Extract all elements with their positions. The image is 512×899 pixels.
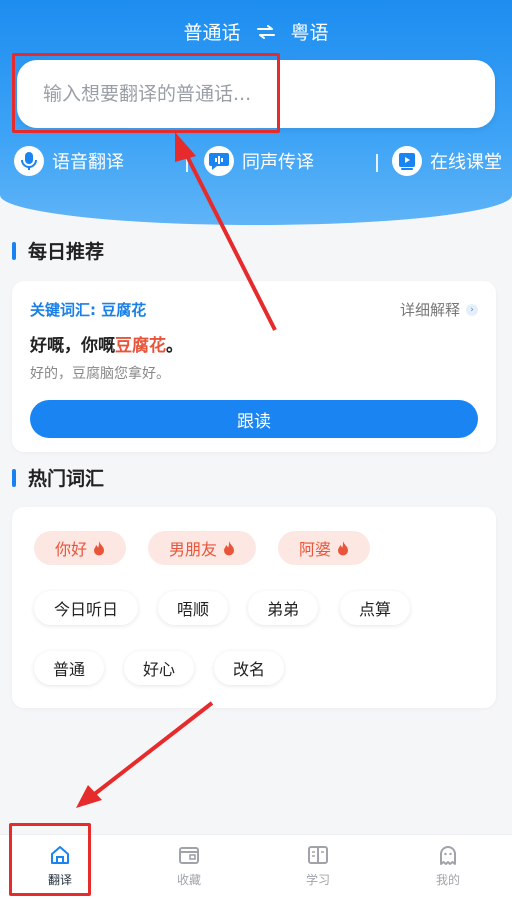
online-class-icon bbox=[392, 146, 422, 176]
feature-divider bbox=[376, 154, 378, 172]
sentence-meaning: 好的，豆腐脑您拿好。 bbox=[30, 366, 170, 382]
word-tag[interactable]: 普通 bbox=[34, 651, 104, 685]
nav-item-learn[interactable]: 学习 bbox=[268, 843, 368, 888]
section-bar bbox=[12, 241, 16, 260]
source-language[interactable]: 普通话 bbox=[167, 18, 256, 45]
word-tag[interactable]: 点算 bbox=[340, 591, 410, 625]
nav-item-mine[interactable]: 我的 bbox=[398, 843, 498, 888]
swap-icon[interactable] bbox=[256, 24, 275, 39]
word-tag[interactable]: 改名 bbox=[214, 651, 284, 685]
hot-tag[interactable]: 阿婆 bbox=[278, 531, 370, 565]
tag-label: 改名 bbox=[232, 660, 265, 679]
hot-tag[interactable]: 你好 bbox=[34, 531, 126, 565]
nav-item-favorites[interactable]: 收藏 bbox=[139, 843, 239, 888]
section-bar bbox=[12, 468, 16, 487]
feature-label: 语音翻译 bbox=[52, 152, 124, 173]
fire-icon bbox=[224, 540, 234, 555]
nav-label: 翻译 bbox=[47, 873, 72, 887]
tag-label: 唔顺 bbox=[176, 600, 209, 619]
hot-tag[interactable]: 男朋友 bbox=[148, 531, 256, 565]
sentence-suffix: 。 bbox=[166, 336, 183, 356]
annotation-arrowhead-down bbox=[76, 785, 102, 808]
voice-translate-icon bbox=[14, 146, 44, 176]
feature-row: 语音翻译 同声传译 在线课堂 bbox=[0, 146, 512, 186]
tag-label: 点算 bbox=[358, 600, 391, 619]
target-language[interactable]: 粤语 bbox=[275, 18, 345, 45]
translate-input[interactable] bbox=[17, 60, 495, 128]
book-icon bbox=[308, 846, 328, 864]
feature-online-class[interactable]: 在线课堂 bbox=[392, 146, 502, 176]
detail-label: 详细解释 bbox=[399, 301, 460, 319]
feature-label: 在线课堂 bbox=[430, 152, 502, 173]
word-tag[interactable]: 唔顺 bbox=[158, 591, 228, 625]
nav-label: 我的 bbox=[435, 873, 460, 887]
word-tag[interactable]: 今日听日 bbox=[34, 591, 138, 625]
tag-label: 阿婆 bbox=[298, 540, 331, 559]
feature-simultaneous-interpretation[interactable]: 同声传译 bbox=[204, 146, 314, 176]
word-tag[interactable]: 好心 bbox=[124, 651, 194, 685]
nav-label: 学习 bbox=[305, 873, 330, 887]
tag-label: 今日听日 bbox=[53, 600, 118, 619]
nav-item-translate[interactable]: 翻译 bbox=[10, 843, 110, 888]
wallet-icon bbox=[179, 847, 199, 864]
hot-section-title: 热门词汇 bbox=[12, 464, 104, 491]
home-icon bbox=[51, 846, 69, 864]
chevron-right-icon: › bbox=[466, 303, 478, 316]
feature-label: 同声传译 bbox=[242, 152, 314, 173]
hot-title: 热门词汇 bbox=[28, 468, 105, 490]
daily-card: 关键词汇: 豆腐花 详细解释 › 好嘅，你嘅豆腐花。 好的，豆腐脑您拿好。 跟读 bbox=[12, 281, 496, 452]
keyword-label: 关键词汇: 豆腐花 bbox=[30, 301, 147, 319]
tag-label: 你好 bbox=[54, 540, 87, 559]
word-tag[interactable]: 弟弟 bbox=[248, 591, 318, 625]
simultaneous-interpretation-icon bbox=[204, 146, 234, 176]
feature-voice-translate[interactable]: 语音翻译 bbox=[14, 146, 124, 176]
example-sentence: 好嘅，你嘅豆腐花。 bbox=[30, 331, 183, 356]
tag-label: 弟弟 bbox=[266, 600, 299, 619]
ghost-icon bbox=[440, 846, 456, 865]
feature-divider bbox=[186, 154, 188, 172]
detail-link[interactable]: 详细解释 › bbox=[400, 299, 478, 320]
sentence-highlight: 豆腐花 bbox=[115, 336, 166, 356]
annotation-arrow-down bbox=[90, 701, 214, 798]
follow-read-button[interactable]: 跟读 bbox=[30, 400, 478, 438]
language-switcher: 普通话 粤语 bbox=[0, 18, 512, 45]
fire-icon bbox=[94, 540, 104, 555]
tag-label: 男朋友 bbox=[168, 540, 217, 559]
daily-section-title: 每日推荐 bbox=[12, 237, 104, 264]
bottom-nav: 翻译 收藏 学习 我的 bbox=[0, 834, 512, 899]
tag-label: 好心 bbox=[142, 660, 175, 679]
tag-label: 普通 bbox=[52, 660, 85, 679]
translate-input-box[interactable] bbox=[17, 60, 495, 128]
hot-words-card: 你好 男朋友 阿婆 今日听日 唔顺 弟弟 点算 普通 好心 改名 bbox=[12, 507, 496, 708]
daily-title: 每日推荐 bbox=[28, 241, 105, 263]
fire-icon bbox=[338, 540, 348, 555]
nav-label: 收藏 bbox=[176, 873, 201, 887]
header: 普通话 粤语 bbox=[0, 0, 512, 225]
sentence-prefix: 好嘅，你嘅 bbox=[30, 336, 115, 356]
